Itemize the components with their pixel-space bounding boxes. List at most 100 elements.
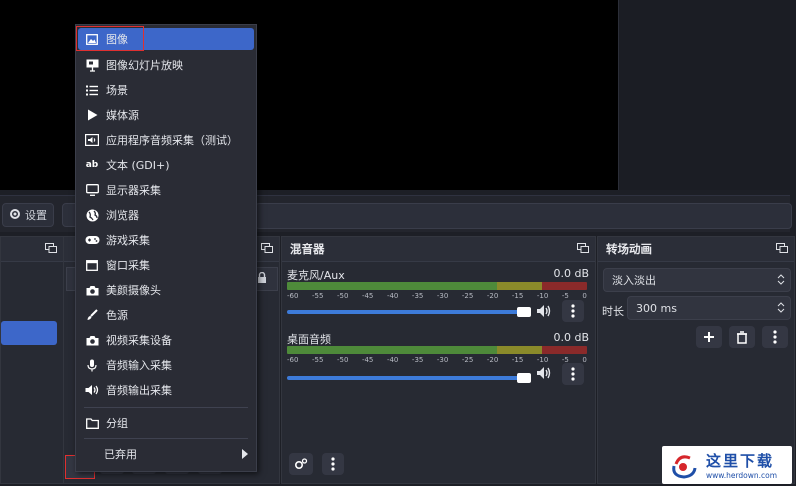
menu-separator (84, 407, 248, 408)
settings-button[interactable]: 设置 (2, 203, 54, 227)
folder-icon (84, 415, 100, 431)
menu-item-label: 色源 (106, 309, 128, 322)
menu-item-display-capture[interactable]: 显示器采集 (78, 179, 254, 201)
menu-item-window-capture[interactable]: 窗口采集 (78, 254, 254, 276)
slider-handle[interactable] (517, 307, 531, 317)
menu-item-label: 媒体源 (106, 109, 139, 122)
scale-tick: -10 (536, 356, 549, 364)
volume-meter (287, 282, 587, 290)
scale-tick: -25 (461, 292, 474, 300)
menu-item-label: 浏览器 (106, 209, 139, 222)
menu-item-audio-output[interactable]: 音频输出采集 (78, 379, 254, 401)
float-icon[interactable] (45, 243, 57, 253)
play-icon (84, 107, 100, 123)
menu-item-color-source[interactable]: 色源 (78, 304, 254, 326)
menu-item-label: 已弃用 (104, 448, 137, 461)
add-transition-button[interactable] (696, 326, 722, 348)
float-icon[interactable] (577, 243, 589, 253)
scale-tick: -50 (336, 356, 349, 364)
slideshow-icon (84, 57, 100, 73)
float-icon[interactable] (776, 243, 788, 253)
scenes-dock (0, 236, 64, 484)
mixer-channel-name: 桌面音频 (287, 333, 331, 346)
video-camera-icon (84, 332, 100, 348)
scale-tick: -50 (336, 292, 349, 300)
menu-item-browser[interactable]: 浏览器 (78, 204, 254, 226)
mixer-menu-button[interactable] (322, 453, 344, 475)
watermark-logo: 这里下载 www.herdown.com (662, 446, 792, 484)
monitor-icon (84, 182, 100, 198)
menu-item-label: 音频输出采集 (106, 384, 172, 397)
menu-item-label: 图像幻灯片放映 (106, 59, 183, 72)
scale-tick: -60 (287, 292, 299, 300)
remove-transition-button[interactable] (729, 326, 755, 348)
scale-tick: -30 (436, 356, 449, 364)
channel-menu-button[interactable] (562, 300, 584, 322)
menu-item-beauty-camera[interactable]: 美颜摄像头 (78, 279, 254, 301)
dots-icon (773, 330, 777, 344)
scale-tick: -30 (436, 292, 449, 300)
menu-item-label: 显示器采集 (106, 184, 161, 197)
scale-tick: -60 (287, 356, 299, 364)
swirl-logo-icon (672, 455, 697, 479)
meter-scale: -60 -55 -50 -45 -40 -35 -30 -25 -20 -15 -10 -5 0 (287, 292, 587, 300)
camera-icon (84, 282, 100, 298)
mixer-dock: 混音器 麦克风/Aux 0.0 dB -60 -55 -50 -45 -40 -35 -30… (281, 236, 596, 484)
scene-list-item-selected[interactable] (1, 321, 57, 345)
menu-item-audio-input[interactable]: 音频输入采集 (78, 354, 254, 376)
lock-icon[interactable] (257, 271, 267, 287)
menu-item-group[interactable]: 分组 (78, 412, 254, 434)
slider-handle[interactable] (517, 373, 531, 383)
channel-menu-button[interactable] (562, 363, 584, 385)
menu-item-app-audio[interactable]: 应用程序音频采集（测试） (78, 129, 254, 151)
transitions-title: 转场动画 (606, 242, 652, 256)
text-icon: ab (85, 160, 99, 170)
highlight-box (76, 26, 144, 51)
brush-icon (84, 307, 100, 323)
volume-slider[interactable] (287, 307, 531, 317)
menu-item-scene[interactable]: 场景 (78, 79, 254, 101)
mixer-channel-db: 0.0 dB (553, 267, 589, 280)
scale-tick: -5 (561, 292, 569, 300)
gamepad-icon (84, 232, 100, 248)
menu-item-media-source[interactable]: 媒体源 (78, 104, 254, 126)
menu-item-label: 文本 (GDI+) (106, 159, 170, 172)
dots-icon (571, 304, 575, 318)
menu-item-label: 窗口采集 (106, 259, 150, 272)
menu-item-label: 游戏采集 (106, 234, 150, 247)
mixer-channel-db: 0.0 dB (553, 331, 589, 344)
menu-item-label: 应用程序音频采集（测试） (106, 134, 238, 147)
duration-spinbox[interactable]: 300 ms (627, 296, 791, 320)
mixer-title: 混音器 (290, 242, 325, 256)
speaker-icon[interactable] (536, 366, 552, 383)
menu-item-game-capture[interactable]: 游戏采集 (78, 229, 254, 251)
menu-item-label: 分组 (106, 417, 128, 430)
dots-icon (571, 367, 575, 381)
transition-select[interactable]: 淡入淡出 (603, 268, 791, 292)
globe-icon (84, 207, 100, 223)
menu-item-deprecated[interactable]: 已弃用 (78, 443, 254, 465)
watermark-title: 这里下载 (706, 452, 775, 470)
volume-slider[interactable] (287, 373, 531, 383)
menu-separator (84, 438, 248, 439)
scale-tick: -55 (311, 292, 324, 300)
menu-item-slideshow[interactable]: 图像幻灯片放映 (78, 54, 254, 76)
speaker-icon[interactable] (536, 304, 552, 321)
menu-item-label: 视频采集设备 (106, 334, 172, 347)
transition-menu-button[interactable] (762, 326, 788, 348)
scale-tick: -55 (311, 356, 324, 364)
toolbar-strip (255, 203, 792, 229)
scale-tick: -25 (461, 356, 474, 364)
mixer-settings-button[interactable] (289, 453, 313, 475)
updown-chevron-icon (777, 273, 785, 289)
menu-item-video-capture[interactable]: 视频采集设备 (78, 329, 254, 351)
transitions-dock-header: 转场动画 (598, 237, 794, 262)
menu-item-label: 场景 (106, 84, 128, 97)
menu-item-text-gdi[interactable]: ab 文本 (GDI+) (78, 154, 254, 176)
watermark-url: www.herdown.com (706, 471, 778, 480)
float-icon[interactable] (261, 243, 273, 253)
spin-arrows-icon[interactable] (777, 301, 785, 317)
gears-icon (294, 458, 308, 470)
add-source-menu: 图像 图像幻灯片放映 场景 媒体源 应用程序音频采集（测试） ab 文本 (GD… (75, 24, 257, 472)
scale-tick: 0 (582, 356, 587, 364)
